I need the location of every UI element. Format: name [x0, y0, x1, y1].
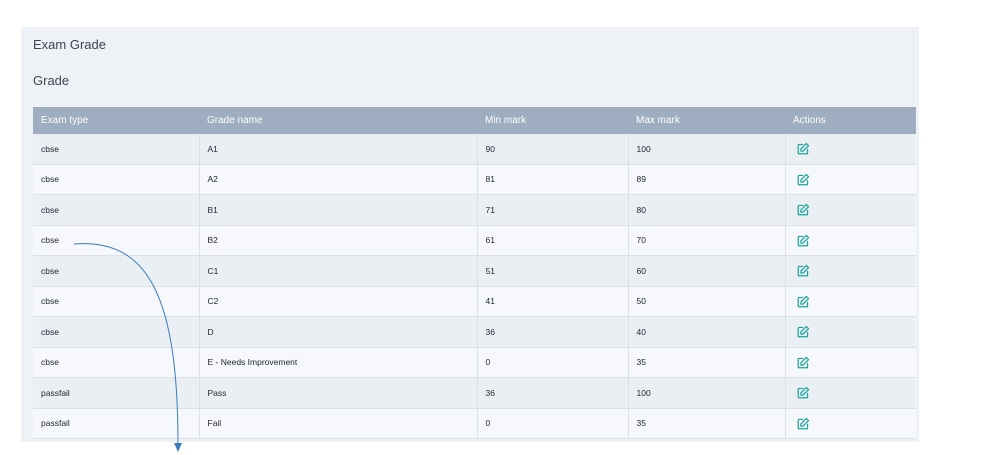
column-header-max-mark: Max mark [628, 107, 785, 134]
cell-min-mark: 41 [477, 286, 629, 317]
cell-exam-type: cbse [33, 255, 200, 287]
exam-grade-panel: Exam Grade Grade Exam type Grade name Mi… [21, 27, 919, 442]
cell-min-mark: 81 [477, 164, 629, 195]
cell-grade-name: Pass [199, 377, 478, 409]
cell-actions [785, 164, 916, 195]
cell-grade-name: A2 [199, 164, 478, 195]
cell-actions [785, 194, 916, 226]
edit-icon[interactable] [797, 234, 810, 247]
cell-max-mark: 80 [628, 194, 786, 226]
cell-max-mark: 40 [628, 316, 786, 348]
cell-actions [785, 134, 916, 165]
cell-grade-name: Fail [199, 408, 478, 439]
edit-icon[interactable] [797, 264, 810, 277]
cell-actions [785, 347, 916, 378]
table-row: cbse B2 61 70 [33, 225, 916, 256]
cell-min-mark: 51 [477, 255, 629, 287]
table-row: passfail Pass 36 100 [33, 377, 916, 409]
cell-exam-type: cbse [33, 225, 200, 256]
cell-exam-type: cbse [33, 134, 200, 165]
cell-min-mark: 0 [477, 347, 629, 378]
edit-icon[interactable] [797, 295, 810, 308]
cell-max-mark: 100 [628, 134, 786, 165]
cell-max-mark: 50 [628, 286, 786, 317]
cell-exam-type: passfail [33, 377, 200, 409]
table-header-row: Exam type Grade name Min mark Max mark A… [33, 107, 916, 134]
section-title: Grade [33, 73, 70, 88]
cell-max-mark: 35 [628, 408, 786, 439]
cell-actions [785, 225, 916, 256]
table-row: cbse A2 81 89 [33, 164, 916, 195]
table-row: cbse D 36 40 [33, 316, 916, 348]
table-row: cbse C2 41 50 [33, 286, 916, 317]
grade-table-container: Exam type Grade name Min mark Max mark A… [33, 107, 916, 439]
cell-grade-name: C2 [199, 286, 478, 317]
cell-max-mark: 100 [628, 377, 786, 409]
page-title: Exam Grade [33, 37, 106, 52]
cell-actions [785, 286, 916, 317]
table-row: cbse B1 71 80 [33, 194, 916, 226]
table-row: cbse A1 90 100 [33, 134, 916, 165]
cell-min-mark: 36 [477, 316, 629, 348]
column-header-grade-name: Grade name [199, 107, 477, 134]
cell-max-mark: 60 [628, 255, 786, 287]
cell-max-mark: 35 [628, 347, 786, 378]
page: Exam Grade Grade Exam type Grade name Mi… [0, 0, 997, 455]
cell-exam-type: cbse [33, 286, 200, 317]
cell-min-mark: 36 [477, 377, 629, 409]
cell-max-mark: 89 [628, 164, 786, 195]
cell-exam-type: cbse [33, 194, 200, 226]
column-header-exam-type: Exam type [33, 107, 199, 134]
cell-grade-name: E - Needs Improvement [199, 347, 478, 378]
cell-min-mark: 90 [477, 134, 629, 165]
cell-actions [785, 255, 916, 287]
table-body: cbse A1 90 100 cbse A2 81 89 cbse B1 71 80 cbse B2 61 7… [33, 134, 916, 439]
cell-grade-name: C1 [199, 255, 478, 287]
cell-actions [785, 377, 916, 409]
cell-grade-name: B1 [199, 194, 478, 226]
column-header-min-mark: Min mark [477, 107, 628, 134]
table-row: cbse E - Needs Improvement 0 35 [33, 347, 916, 378]
cell-min-mark: 71 [477, 194, 629, 226]
edit-icon[interactable] [797, 325, 810, 338]
cell-grade-name: D [199, 316, 478, 348]
cell-exam-type: passfail [33, 408, 200, 439]
table-row: passfail Fail 0 35 [33, 408, 916, 439]
edit-icon[interactable] [797, 142, 810, 155]
cell-min-mark: 0 [477, 408, 629, 439]
column-header-actions: Actions [785, 107, 916, 134]
cell-actions [785, 316, 916, 348]
cell-exam-type: cbse [33, 164, 200, 195]
table-row: cbse C1 51 60 [33, 255, 916, 287]
cell-exam-type: cbse [33, 347, 200, 378]
grade-table: Exam type Grade name Min mark Max mark A… [33, 107, 916, 439]
edit-icon[interactable] [797, 203, 810, 216]
edit-icon[interactable] [797, 417, 810, 430]
edit-icon[interactable] [797, 386, 810, 399]
cell-grade-name: A1 [199, 134, 478, 165]
edit-icon[interactable] [797, 173, 810, 186]
cell-grade-name: B2 [199, 225, 478, 256]
edit-icon[interactable] [797, 356, 810, 369]
cell-exam-type: cbse [33, 316, 200, 348]
cell-min-mark: 61 [477, 225, 629, 256]
cell-max-mark: 70 [628, 225, 786, 256]
cell-actions [785, 408, 916, 439]
